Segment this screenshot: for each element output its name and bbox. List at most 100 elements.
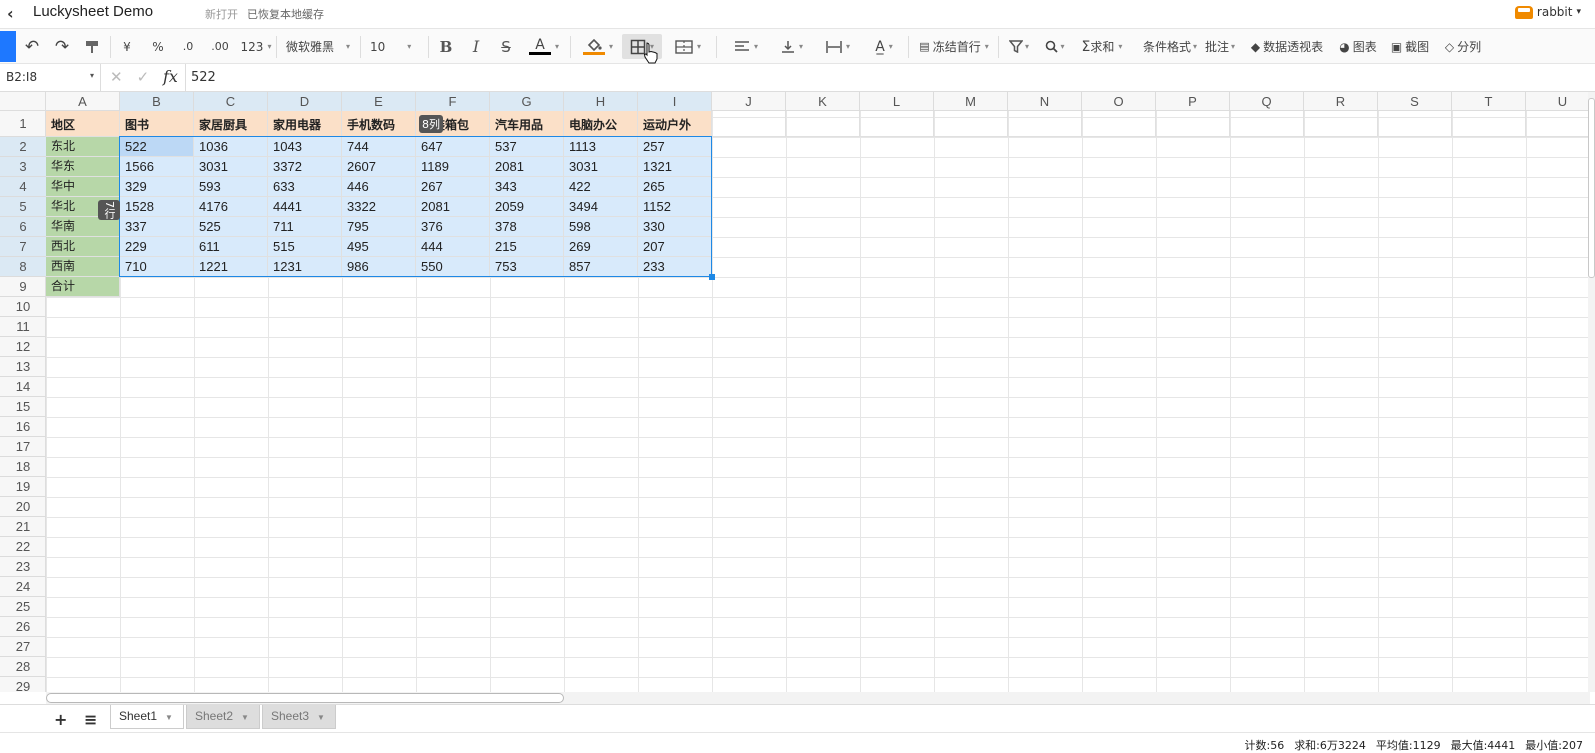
row-header-5[interactable]: 5: [0, 197, 46, 217]
vertical-align-button[interactable]: ▾: [774, 34, 810, 59]
pivot-table-button[interactable]: ◆ 数据透视表: [1240, 34, 1334, 59]
cell-g6[interactable]: 378: [490, 217, 564, 237]
confirm-icon[interactable]: ✓: [137, 68, 150, 86]
row-header-4[interactable]: 4: [0, 177, 46, 197]
row-header-18[interactable]: 18: [0, 457, 46, 477]
user-menu[interactable]: rabbit ▾: [1515, 5, 1581, 19]
function-icon[interactable]: fx: [163, 67, 178, 86]
cell-e5[interactable]: 3322: [342, 197, 416, 217]
row-header-23[interactable]: 23: [0, 557, 46, 577]
cell-c5[interactable]: 4176: [194, 197, 268, 217]
cancel-icon[interactable]: ✕: [110, 68, 123, 86]
horizontal-align-button[interactable]: ▾: [728, 34, 764, 59]
cell-b6[interactable]: 337: [120, 217, 194, 237]
text-wrap-button[interactable]: ▾: [820, 34, 856, 59]
cell-d5[interactable]: 4441: [268, 197, 342, 217]
cell-f3[interactable]: 1189: [416, 157, 490, 177]
column-header-s[interactable]: S: [1378, 92, 1452, 111]
row-header-25[interactable]: 25: [0, 597, 46, 617]
row-header-29[interactable]: 29: [0, 677, 46, 692]
column-header-c[interactable]: C: [194, 92, 268, 111]
cell-d2[interactable]: 1043: [268, 137, 342, 157]
cell-o1[interactable]: [1082, 111, 1156, 137]
row-header-11[interactable]: 11: [0, 317, 46, 337]
cell-i5[interactable]: 1152: [638, 197, 712, 217]
row-header-21[interactable]: 21: [0, 517, 46, 537]
select-all-corner[interactable]: [0, 92, 46, 111]
cell-d8[interactable]: 1231: [268, 257, 342, 277]
text-rotate-button[interactable]: A̲ ▾: [866, 34, 902, 59]
cell-i3[interactable]: 1321: [638, 157, 712, 177]
horizontal-scroll-thumb[interactable]: [46, 693, 564, 703]
cell-q1[interactable]: [1230, 111, 1304, 137]
decrease-decimal-button[interactable]: .0: [176, 34, 200, 59]
cell-m1[interactable]: [934, 111, 1008, 137]
cell-h8[interactable]: 857: [564, 257, 638, 277]
add-sheet-button[interactable]: +: [54, 710, 67, 729]
back-icon[interactable]: ‹: [7, 4, 14, 23]
cell-f4[interactable]: 267: [416, 177, 490, 197]
cell-e3[interactable]: 2607: [342, 157, 416, 177]
cell-a9[interactable]: 合计: [46, 277, 120, 297]
cell-e7[interactable]: 495: [342, 237, 416, 257]
cell-c3[interactable]: 3031: [194, 157, 268, 177]
filter-button[interactable]: ▾: [1004, 34, 1034, 59]
row-header-16[interactable]: 16: [0, 417, 46, 437]
cell-d7[interactable]: 515: [268, 237, 342, 257]
column-header-g[interactable]: G: [490, 92, 564, 111]
chevron-down-icon[interactable]: ▼: [241, 713, 249, 722]
cell-g2[interactable]: 537: [490, 137, 564, 157]
column-header-q[interactable]: Q: [1230, 92, 1304, 111]
row-header-17[interactable]: 17: [0, 437, 46, 457]
cell-b7[interactable]: 229: [120, 237, 194, 257]
font-family-dropdown[interactable]: 微软雅黑▾: [282, 34, 352, 59]
cell-i7[interactable]: 207: [638, 237, 712, 257]
column-header-u[interactable]: U: [1526, 92, 1590, 111]
cell-h6[interactable]: 598: [564, 217, 638, 237]
column-header-m[interactable]: M: [934, 92, 1008, 111]
font-color-button[interactable]: A ▾: [524, 34, 564, 59]
split-column-button[interactable]: ◇ 分列: [1438, 34, 1488, 59]
cell-g3[interactable]: 2081: [490, 157, 564, 177]
column-header-h[interactable]: H: [564, 92, 638, 111]
row-header-12[interactable]: 12: [0, 337, 46, 357]
vertical-scrollbar[interactable]: [1588, 92, 1595, 692]
cell-a8[interactable]: 西南: [46, 257, 120, 277]
row-header-2[interactable]: 2: [0, 137, 46, 157]
column-header-n[interactable]: N: [1008, 92, 1082, 111]
cell-c8[interactable]: 1221: [194, 257, 268, 277]
row-header-14[interactable]: 14: [0, 377, 46, 397]
cell-a1[interactable]: 地区: [46, 111, 120, 137]
currency-format-button[interactable]: ¥: [116, 34, 138, 59]
conditional-format-button[interactable]: 条件格式 ▾: [1138, 34, 1202, 59]
row-header-10[interactable]: 10: [0, 297, 46, 317]
cell-b5[interactable]: 1528: [120, 197, 194, 217]
column-header-r[interactable]: R: [1304, 92, 1378, 111]
cell-k1[interactable]: [786, 111, 860, 137]
cell-header-g1[interactable]: 汽车用品: [490, 111, 564, 137]
column-header-f[interactable]: F: [416, 92, 490, 111]
sheet-tab-sheet1[interactable]: Sheet1▼: [110, 705, 184, 729]
cell-b2[interactable]: 522: [120, 137, 194, 157]
cell-f8[interactable]: 550: [416, 257, 490, 277]
comment-button[interactable]: 批注 ▾: [1200, 34, 1240, 59]
cell-header-h1[interactable]: 电脑办公: [564, 111, 638, 137]
chevron-down-icon[interactable]: ▼: [165, 713, 173, 722]
cell-u1[interactable]: [1526, 111, 1590, 137]
cell-h4[interactable]: 422: [564, 177, 638, 197]
freeze-first-row-button[interactable]: ▤ 冻结首行 ▾: [914, 34, 994, 59]
cell-b8[interactable]: 710: [120, 257, 194, 277]
cell-g4[interactable]: 343: [490, 177, 564, 197]
chevron-down-icon[interactable]: ▼: [317, 713, 325, 722]
row-header-26[interactable]: 26: [0, 617, 46, 637]
cell-e8[interactable]: 986: [342, 257, 416, 277]
row-header-28[interactable]: 28: [0, 657, 46, 677]
row-header-9[interactable]: 9: [0, 277, 46, 297]
row-header-27[interactable]: 27: [0, 637, 46, 657]
column-header-p[interactable]: P: [1156, 92, 1230, 111]
cell-area[interactable]: 地区图书家居厨具家用电器手机数码服装箱包汽车用品电脑办公运动户外东北华东华中华北…: [46, 111, 1590, 692]
cell-p1[interactable]: [1156, 111, 1230, 137]
screenshot-button[interactable]: ▣ 截图: [1386, 34, 1434, 59]
cell-header-d1[interactable]: 家用电器: [268, 111, 342, 137]
sheet-list-menu-button[interactable]: ≡: [84, 710, 97, 729]
